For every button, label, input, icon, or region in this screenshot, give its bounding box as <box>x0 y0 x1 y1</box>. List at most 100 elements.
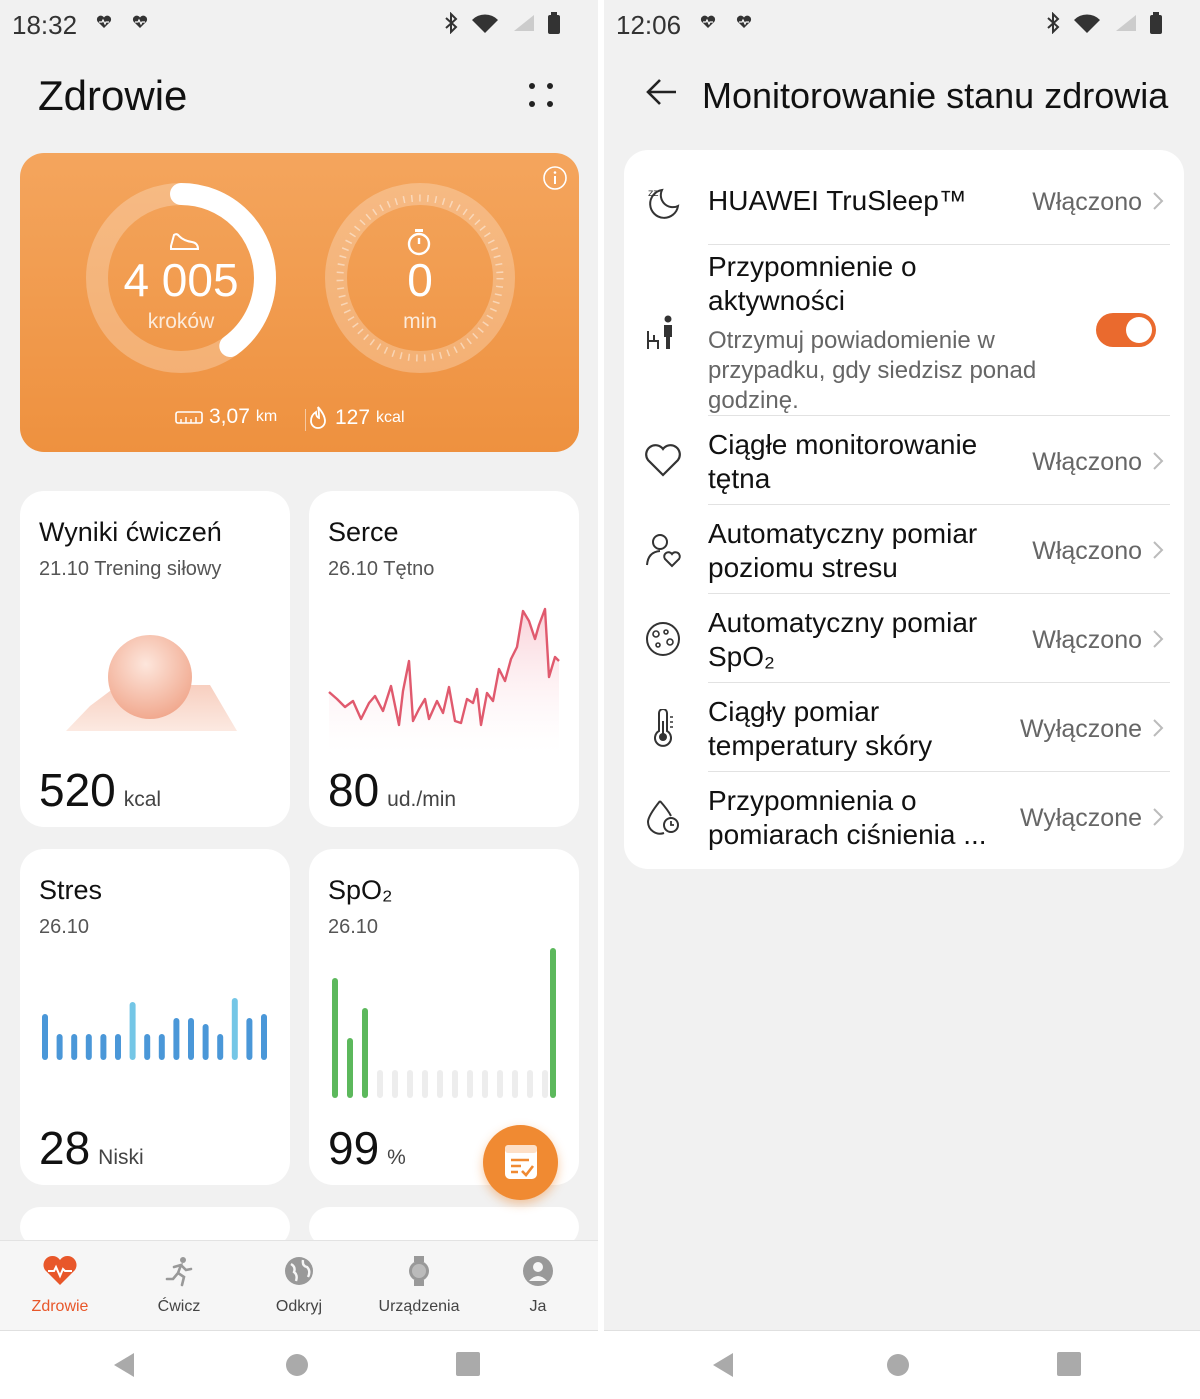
wifi-icon <box>1074 14 1100 33</box>
person-icon <box>523 1256 553 1286</box>
active-minutes-label: min <box>403 310 437 333</box>
activity-summary-card[interactable]: 4 005 kroków 0 min 3,07 km 127 kcal <box>20 153 579 452</box>
stress-bar <box>115 1034 121 1060</box>
health-monitoring-settings-screen: 12:06 Monitorowanie stanu zdrowia zz HUA… <box>604 0 1200 1399</box>
recents-square-icon[interactable] <box>1057 1351 1081 1377</box>
wifi-icon <box>472 14 498 33</box>
stress-bar <box>71 1034 78 1060</box>
ruler-icon <box>175 411 203 424</box>
setting-row-trusleep[interactable]: zz HUAWEI TruSleep™ Włączono <box>624 150 1184 245</box>
card-value-row: 520 kcal <box>39 763 161 817</box>
chevron-right-icon <box>1153 541 1164 559</box>
exercise-results-card[interactable]: Wyniki ćwiczeń 21.10 Trening siłowy 520 … <box>20 491 290 827</box>
info-icon[interactable] <box>542 165 568 191</box>
nav-label: Urządzenia <box>378 1298 460 1315</box>
spo2-bar <box>347 1038 353 1098</box>
setting-value: Włączono <box>1032 188 1142 216</box>
setting-label: Ciągłe monitorowanie tętna <box>708 429 978 494</box>
distance-value: 3,07 <box>209 405 250 428</box>
setting-value: Włączono <box>1032 537 1142 565</box>
spo2-bar <box>527 1070 533 1098</box>
stress-bar <box>129 1002 136 1060</box>
back-triangle-icon[interactable] <box>711 1351 735 1379</box>
heart-card[interactable]: Serce 26.10 Tętno 80 ud./min <box>309 491 579 827</box>
bluetooth-icon <box>445 12 458 34</box>
svg-text:zz: zz <box>648 188 659 199</box>
battery-icon <box>548 12 560 34</box>
setting-row-activity-reminder[interactable]: Przypomnienie o aktywności Otrzymuj powi… <box>624 245 1184 416</box>
stress-bar <box>217 1034 224 1060</box>
stress-bar <box>202 1024 209 1060</box>
page-title: Monitorowanie stanu zdrowia <box>702 75 1169 116</box>
spo2-bar <box>377 1070 383 1098</box>
thermometer-icon <box>654 709 673 747</box>
yoga-ball-illustration <box>66 635 237 731</box>
nav-label: Ćwicz <box>157 1298 201 1315</box>
chevron-right-icon <box>1153 192 1164 210</box>
add-record-button[interactable] <box>483 1125 558 1200</box>
setting-row-stress-measurement[interactable]: Automatyczny pomiar poziomu stresu Włącz… <box>624 505 1184 594</box>
running-icon <box>165 1257 193 1287</box>
bluetooth-icon <box>1047 12 1060 34</box>
status-time: 18:32 <box>12 10 78 40</box>
setting-row-continuous-heart-rate[interactable]: Ciągłe monitorowanie tętna Włączono <box>624 416 1184 505</box>
spo2-bar <box>332 978 338 1098</box>
card-unit: Niski <box>98 1146 144 1169</box>
setting-value: Wyłączone <box>1019 804 1142 832</box>
heart-notification-icon <box>700 15 716 28</box>
heart-outline-icon <box>645 444 681 477</box>
system-navigation-bar <box>0 1330 598 1399</box>
heart-notification-icon <box>736 15 752 28</box>
active-minutes-value: 0 <box>407 254 433 306</box>
nav-tab-discover[interactable]: Odkryj <box>244 1255 354 1316</box>
nav-tab-health[interactable]: Zdrowie <box>5 1255 115 1316</box>
chevron-right-icon <box>1153 719 1164 737</box>
status-time: 12:06 <box>616 10 682 40</box>
spo2-bar <box>467 1070 473 1098</box>
sitting-person-icon <box>647 315 672 349</box>
setting-row-blood-pressure-reminders[interactable]: Przypomnienia o pomiarach ciśnienia ... … <box>624 772 1184 861</box>
stress-card[interactable]: Stres 26.10 28 Niski <box>20 849 290 1185</box>
spo2-bar <box>482 1070 488 1098</box>
setting-description: Otrzymuj powiadomienie w przypadku, gdy … <box>708 327 1037 414</box>
health-screen: 18:32 Zdrowie 4 005 kroków 0 min 3,07 km… <box>0 0 598 1399</box>
spo2-bar <box>512 1070 518 1098</box>
calories-unit: kcal <box>376 409 405 426</box>
card-unit: kcal <box>123 788 162 811</box>
chevron-right-icon <box>1153 452 1164 470</box>
setting-label: Ciągły pomiar temperatury skóry <box>708 696 933 761</box>
distance-unit: km <box>255 408 278 425</box>
recents-square-icon[interactable] <box>456 1351 480 1377</box>
stress-bar <box>144 1034 151 1060</box>
home-circle-icon[interactable] <box>886 1353 910 1377</box>
stress-chart <box>42 998 267 1060</box>
stress-bar <box>261 1014 267 1060</box>
globe-icon <box>285 1257 313 1285</box>
setting-label: Przypomnienie o aktywności <box>708 251 917 316</box>
setting-row-spo2-measurement[interactable]: Automatyczny pomiar SpO₂ Włączono <box>624 594 1184 683</box>
nav-tab-devices[interactable]: Urządzenia <box>364 1255 474 1316</box>
stat-divider <box>305 409 306 431</box>
nav-tab-exercise[interactable]: Ćwicz <box>124 1255 234 1316</box>
page-title: Zdrowie <box>38 72 188 119</box>
home-circle-icon[interactable] <box>285 1353 309 1377</box>
stress-bar <box>246 1018 253 1060</box>
spo2-bar <box>362 1008 368 1098</box>
heart-rate-chart <box>328 607 560 753</box>
spo2-bar <box>407 1070 413 1098</box>
sleep-moon-icon: zz <box>648 188 680 219</box>
setting-row-skin-temperature[interactable]: Ciągły pomiar temperatury skóry Wyłączon… <box>624 683 1184 772</box>
back-arrow-icon[interactable] <box>644 74 680 110</box>
spo2-bar <box>392 1070 398 1098</box>
setting-label: Automatyczny pomiar SpO₂ <box>708 607 978 672</box>
steps-value: 4 005 <box>123 254 239 306</box>
setting-label: HUAWEI TruSleep™ <box>708 185 967 216</box>
menu-dots-icon[interactable] <box>526 80 556 110</box>
nav-tab-me[interactable]: Ja <box>483 1255 593 1316</box>
back-triangle-icon[interactable] <box>112 1351 136 1379</box>
system-navigation-bar <box>604 1330 1200 1399</box>
chevron-right-icon <box>1153 808 1164 826</box>
battery-icon <box>1150 12 1162 34</box>
activity-reminder-toggle[interactable] <box>1096 313 1156 347</box>
notes-check-icon <box>505 1145 537 1179</box>
